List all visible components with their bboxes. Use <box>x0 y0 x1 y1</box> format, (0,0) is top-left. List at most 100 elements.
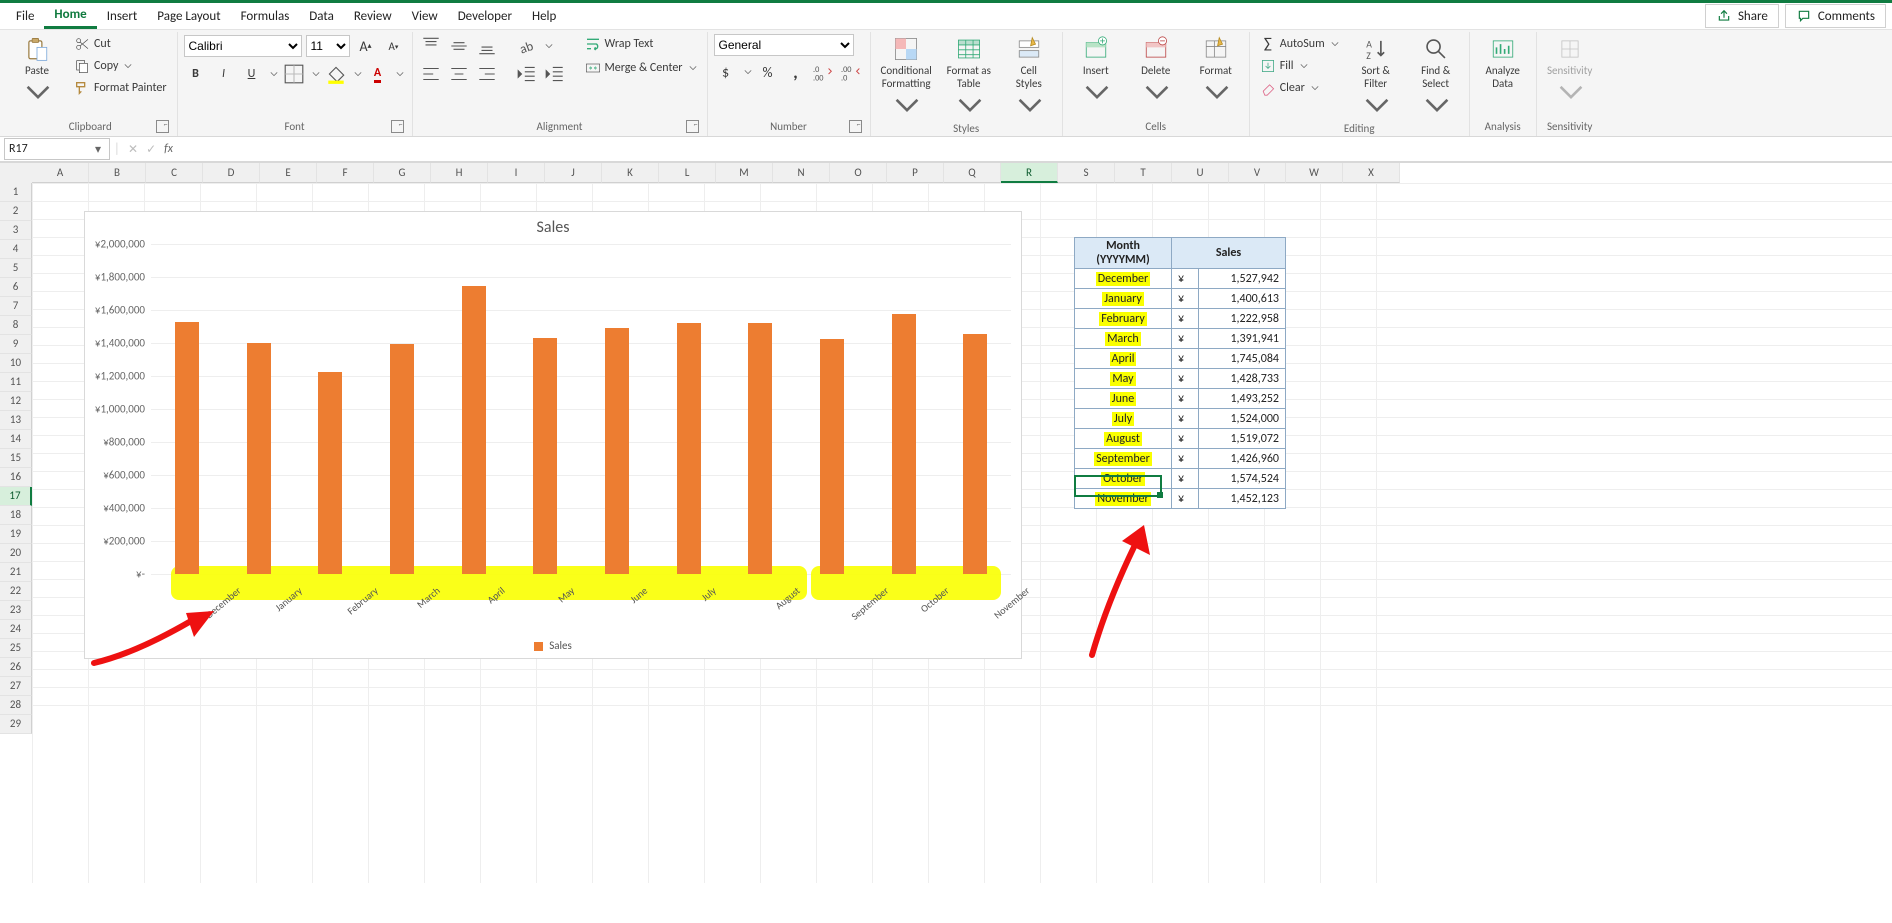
cell-value[interactable]: 1,426,960 <box>1199 449 1286 469</box>
table-row[interactable]: March¥1,391,941 <box>1075 329 1286 349</box>
fill-button[interactable]: Fill <box>1256 56 1343 76</box>
decrease-decimal-button[interactable]: .00.0 <box>840 60 864 84</box>
row-header-17[interactable]: 17 <box>0 487 32 506</box>
col-header-G[interactable]: G <box>374 163 431 183</box>
col-header-F[interactable]: F <box>317 163 374 183</box>
align-middle-button[interactable] <box>447 34 471 58</box>
chart-object[interactable]: Sales ¥-¥200,000¥400,000¥600,000¥800,000… <box>84 211 1022 659</box>
table-row[interactable]: May¥1,428,733 <box>1075 369 1286 389</box>
table-row[interactable]: August¥1,519,072 <box>1075 429 1286 449</box>
format-cells-button[interactable]: Format <box>1189 34 1243 107</box>
increase-decimal-button[interactable]: .0.00 <box>812 60 836 84</box>
row-header-15[interactable]: 15 <box>0 449 32 468</box>
menu-review[interactable]: Review <box>344 5 402 28</box>
row-header-22[interactable]: 22 <box>0 582 32 601</box>
col-header-O[interactable]: O <box>830 163 887 183</box>
col-header-L[interactable]: L <box>659 163 716 183</box>
row-header-3[interactable]: 3 <box>0 221 32 240</box>
dialog-launcher-icon[interactable]: ⌐ <box>849 120 862 133</box>
clear-button[interactable]: Clear <box>1256 78 1343 98</box>
font-color-button[interactable]: A <box>366 62 390 86</box>
wrap-text-button[interactable]: Wrap Text <box>581 34 701 54</box>
cell-currency[interactable]: ¥ <box>1172 269 1199 289</box>
row-headers[interactable]: 1234567891011121314151617181920212223242… <box>0 183 32 734</box>
cell-value[interactable]: 1,527,942 <box>1199 269 1286 289</box>
row-header-7[interactable]: 7 <box>0 297 32 316</box>
row-header-11[interactable]: 11 <box>0 373 32 392</box>
dialog-launcher-icon[interactable]: ⌐ <box>391 120 404 133</box>
cell-currency[interactable]: ¥ <box>1172 369 1199 389</box>
accounting-format-button[interactable]: $ <box>714 60 738 84</box>
row-header-12[interactable]: 12 <box>0 392 32 411</box>
cut-button[interactable]: Cut <box>70 34 171 54</box>
row-header-20[interactable]: 20 <box>0 544 32 563</box>
col-header-V[interactable]: V <box>1229 163 1286 183</box>
table-row[interactable]: April¥1,745,084 <box>1075 349 1286 369</box>
row-header-6[interactable]: 6 <box>0 278 32 297</box>
cell-currency[interactable]: ¥ <box>1172 409 1199 429</box>
col-header-C[interactable]: C <box>146 163 203 183</box>
bar[interactable] <box>892 314 916 574</box>
cell-value[interactable]: 1,428,733 <box>1199 369 1286 389</box>
cell-styles-button[interactable]: Cell Styles <box>1002 34 1056 120</box>
row-header-2[interactable]: 2 <box>0 202 32 221</box>
table-row[interactable]: January¥1,400,613 <box>1075 289 1286 309</box>
conditional-formatting-button[interactable]: Conditional Formatting <box>877 34 936 120</box>
row-header-9[interactable]: 9 <box>0 335 32 354</box>
borders-button[interactable] <box>282 62 306 86</box>
col-header-N[interactable]: N <box>773 163 830 183</box>
col-header-I[interactable]: I <box>488 163 545 183</box>
align-bottom-button[interactable] <box>475 34 499 58</box>
number-format-select[interactable]: General <box>714 34 854 56</box>
cell-currency[interactable]: ¥ <box>1172 289 1199 309</box>
decrease-font-button[interactable]: A▾ <box>382 34 406 58</box>
col-header-Q[interactable]: Q <box>944 163 1001 183</box>
decrease-indent-button[interactable] <box>515 62 539 86</box>
font-name-select[interactable]: Calibri <box>184 35 302 57</box>
cell-month[interactable]: January <box>1075 289 1172 309</box>
fill-color-button[interactable] <box>324 62 348 86</box>
cell-month[interactable]: December <box>1075 269 1172 289</box>
cell-currency[interactable]: ¥ <box>1172 469 1199 489</box>
row-header-19[interactable]: 19 <box>0 525 32 544</box>
cell-month[interactable]: February <box>1075 309 1172 329</box>
merge-center-button[interactable]: Merge & Center <box>581 58 701 78</box>
row-header-13[interactable]: 13 <box>0 411 32 430</box>
percent-format-button[interactable]: % <box>756 60 780 84</box>
cell-currency[interactable]: ¥ <box>1172 489 1199 509</box>
cell-month[interactable]: July <box>1075 409 1172 429</box>
col-header-H[interactable]: H <box>431 163 488 183</box>
bar[interactable] <box>175 322 199 574</box>
cell-value[interactable]: 1,493,252 <box>1199 389 1286 409</box>
format-as-table-button[interactable]: Format as Table <box>942 34 996 120</box>
cell-currency[interactable]: ¥ <box>1172 329 1199 349</box>
col-header-E[interactable]: E <box>260 163 317 183</box>
orientation-button[interactable]: ab <box>515 34 539 58</box>
bar[interactable] <box>963 334 987 574</box>
row-header-8[interactable]: 8 <box>0 316 32 335</box>
enter-formula-icon[interactable]: ✓ <box>146 142 156 157</box>
fill-handle[interactable] <box>1157 492 1163 498</box>
cell-value[interactable]: 1,222,958 <box>1199 309 1286 329</box>
name-box[interactable]: R17▾ <box>4 138 110 160</box>
table-row[interactable]: June¥1,493,252 <box>1075 389 1286 409</box>
row-header-28[interactable]: 28 <box>0 696 32 715</box>
cell-currency[interactable]: ¥ <box>1172 449 1199 469</box>
cells-area[interactable]: Sales ¥-¥200,000¥400,000¥600,000¥800,000… <box>32 183 1892 883</box>
dialog-launcher-icon[interactable]: ⌐ <box>686 120 699 133</box>
bar[interactable] <box>605 328 629 574</box>
underline-button[interactable]: U <box>240 62 264 86</box>
row-header-29[interactable]: 29 <box>0 715 32 734</box>
col-header-A[interactable]: A <box>32 163 89 183</box>
bar[interactable] <box>820 339 844 574</box>
col-header-K[interactable]: K <box>602 163 659 183</box>
col-header-P[interactable]: P <box>887 163 944 183</box>
table-row[interactable]: December¥1,527,942 <box>1075 269 1286 289</box>
row-header-10[interactable]: 10 <box>0 354 32 373</box>
menu-help[interactable]: Help <box>522 5 566 28</box>
menu-developer[interactable]: Developer <box>448 5 522 28</box>
chevron-down-icon[interactable]: ▾ <box>91 142 105 157</box>
row-header-23[interactable]: 23 <box>0 601 32 620</box>
bar[interactable] <box>247 343 271 574</box>
increase-indent-button[interactable] <box>543 62 567 86</box>
